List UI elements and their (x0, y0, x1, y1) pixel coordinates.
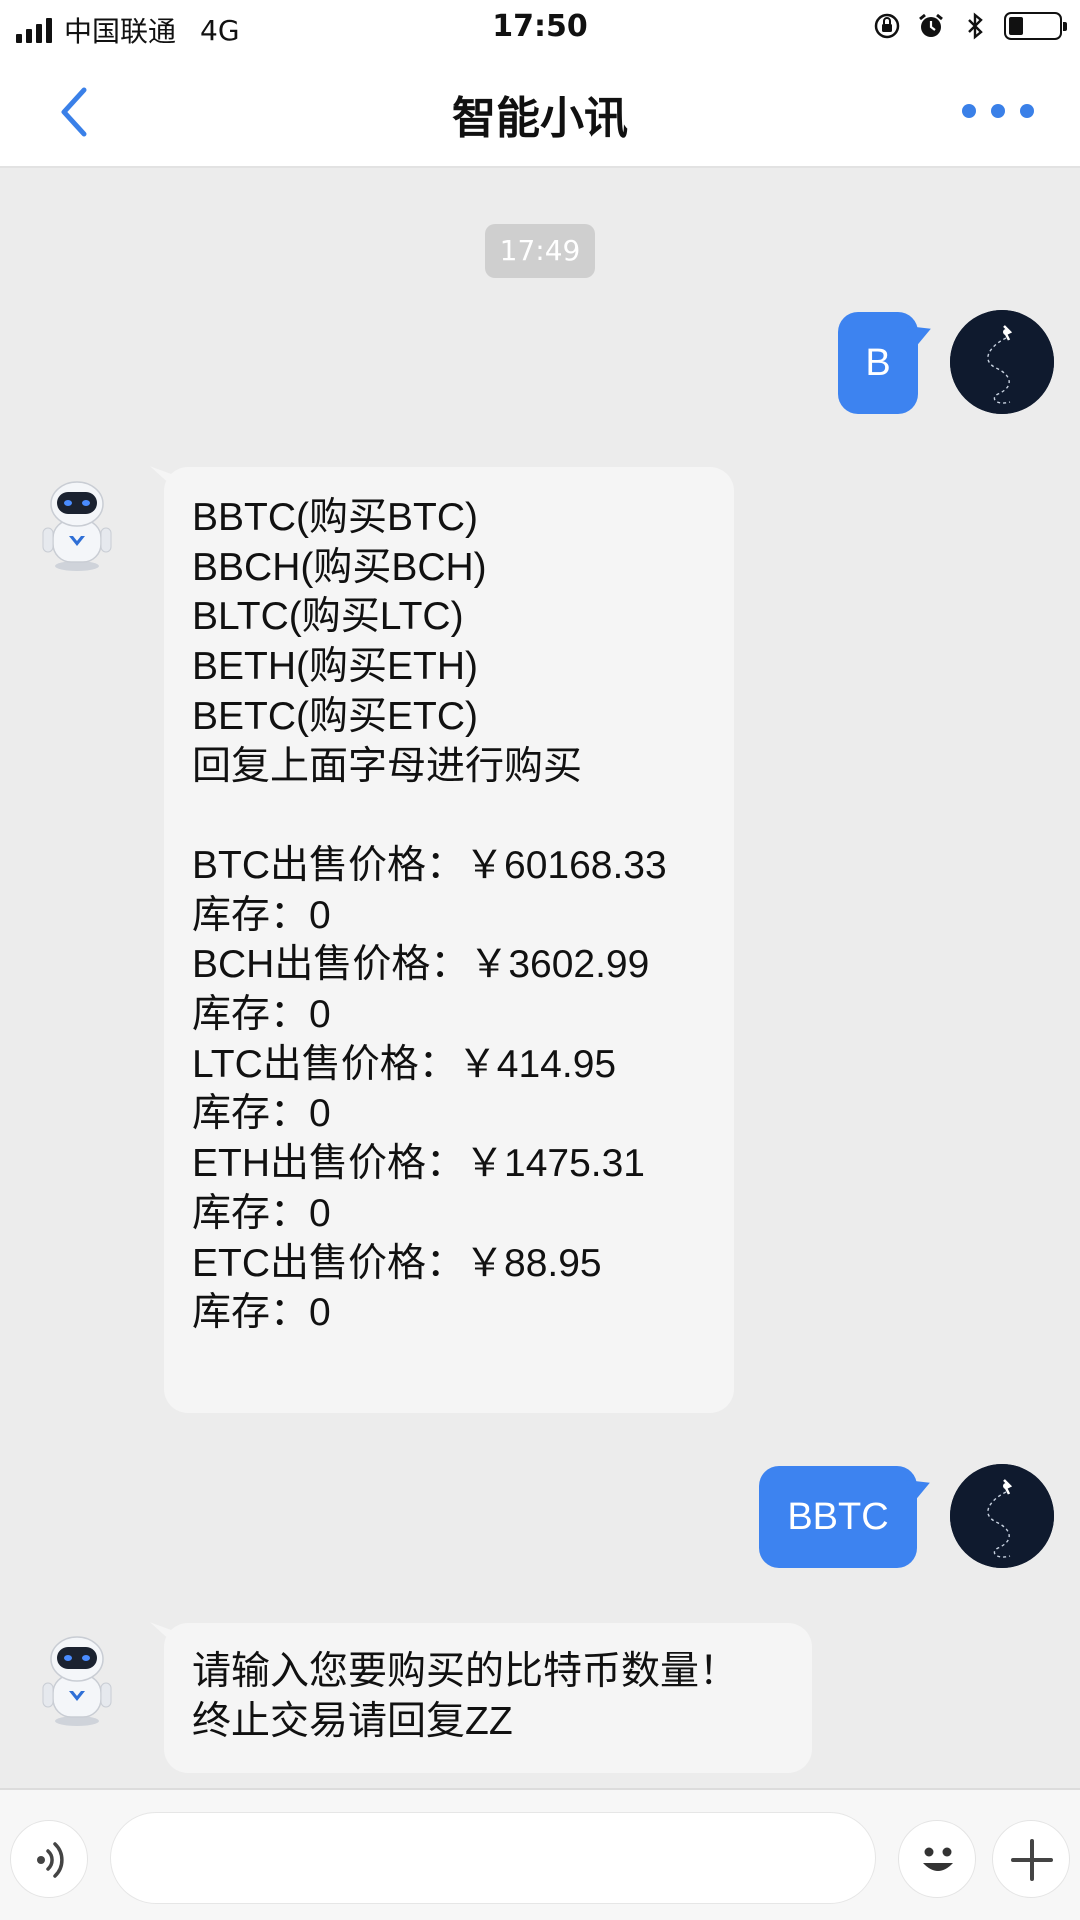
more-dots-icon[interactable] (962, 98, 1034, 124)
plus-button[interactable] (992, 1820, 1070, 1898)
user-avatar-image (950, 310, 1054, 414)
message-text: B (865, 342, 891, 384)
user-message-bubble[interactable]: B (838, 312, 918, 414)
voice-button[interactable] (10, 1820, 88, 1898)
message-line: 库存：0 (192, 1092, 331, 1136)
bot-avatar[interactable] (35, 1633, 119, 1729)
battery-level (1009, 17, 1023, 35)
chat-area[interactable]: 17:49 B BBTC(购买BTC) BBCH(购买BCH) BLTC(购买L… (0, 168, 1080, 1788)
input-bar (0, 1788, 1080, 1920)
message-line: 终止交易请回复ZZ (192, 1699, 513, 1743)
bot-message-bubble[interactable]: BBTC(购买BTC) BBCH(购买BCH) BLTC(购买LTC) BETH… (164, 467, 734, 1413)
message-line (192, 791, 712, 841)
message-line: BBCH(购买BCH) (192, 545, 487, 589)
message-line: BCH出售价格：￥3602.99 (192, 943, 650, 987)
message-input[interactable] (110, 1812, 876, 1904)
message-line: BBTC(购买BTC) (192, 496, 478, 539)
message-line: BETH(购买ETH) (192, 645, 478, 689)
user-avatar[interactable] (950, 1464, 1054, 1568)
message-line: BETC(购买ETC) (192, 694, 478, 738)
message-line: 库存：0 (192, 993, 331, 1037)
message-line: BTC出售价格：￥60168.33 (192, 843, 667, 887)
bot-message-bubble[interactable]: 请输入您要购买的比特币数量！ 终止交易请回复ZZ (164, 1623, 812, 1773)
plus-icon (1011, 1839, 1053, 1881)
message-line: 回复上面字母进行购买 (192, 744, 583, 788)
bot-avatar[interactable] (35, 478, 119, 574)
message-line: 库存：0 (192, 893, 331, 937)
robot-icon (42, 1636, 112, 1726)
message-line: 请输入您要购买的比特币数量！ (192, 1650, 739, 1693)
message-text: BBTC (787, 1496, 889, 1538)
emoji-button[interactable] (898, 1820, 976, 1898)
alarm-icon (919, 13, 943, 37)
status-bar-right (872, 11, 1067, 41)
orientation-lock-icon (874, 13, 900, 39)
nav-bar: 智能小讯 (0, 54, 1080, 168)
message-line: ETC出售价格：￥88.95 (192, 1241, 602, 1285)
voice-icon (37, 1842, 64, 1878)
bluetooth-icon (968, 12, 983, 40)
page-title: 智能小讯 (452, 93, 628, 144)
robot-icon (42, 481, 112, 571)
user-avatar[interactable] (950, 310, 1054, 414)
message-line: BLTC(购买LTC) (192, 595, 464, 639)
message-line: 库存：0 (192, 1191, 331, 1235)
message-line: 库存：0 (192, 1291, 331, 1335)
status-bar: 中国联通 4G 17:50 (0, 0, 1080, 54)
user-message-bubble[interactable]: BBTC (759, 1466, 917, 1568)
message-line: LTC出售价格：￥414.95 (192, 1042, 617, 1086)
emoji-icon (923, 1847, 953, 1871)
message-line: ETH出售价格：￥1475.31 (192, 1142, 645, 1186)
user-avatar-image (950, 1464, 1054, 1568)
timestamp-badge: 17:49 (485, 224, 595, 278)
battery-icon (1004, 12, 1067, 40)
